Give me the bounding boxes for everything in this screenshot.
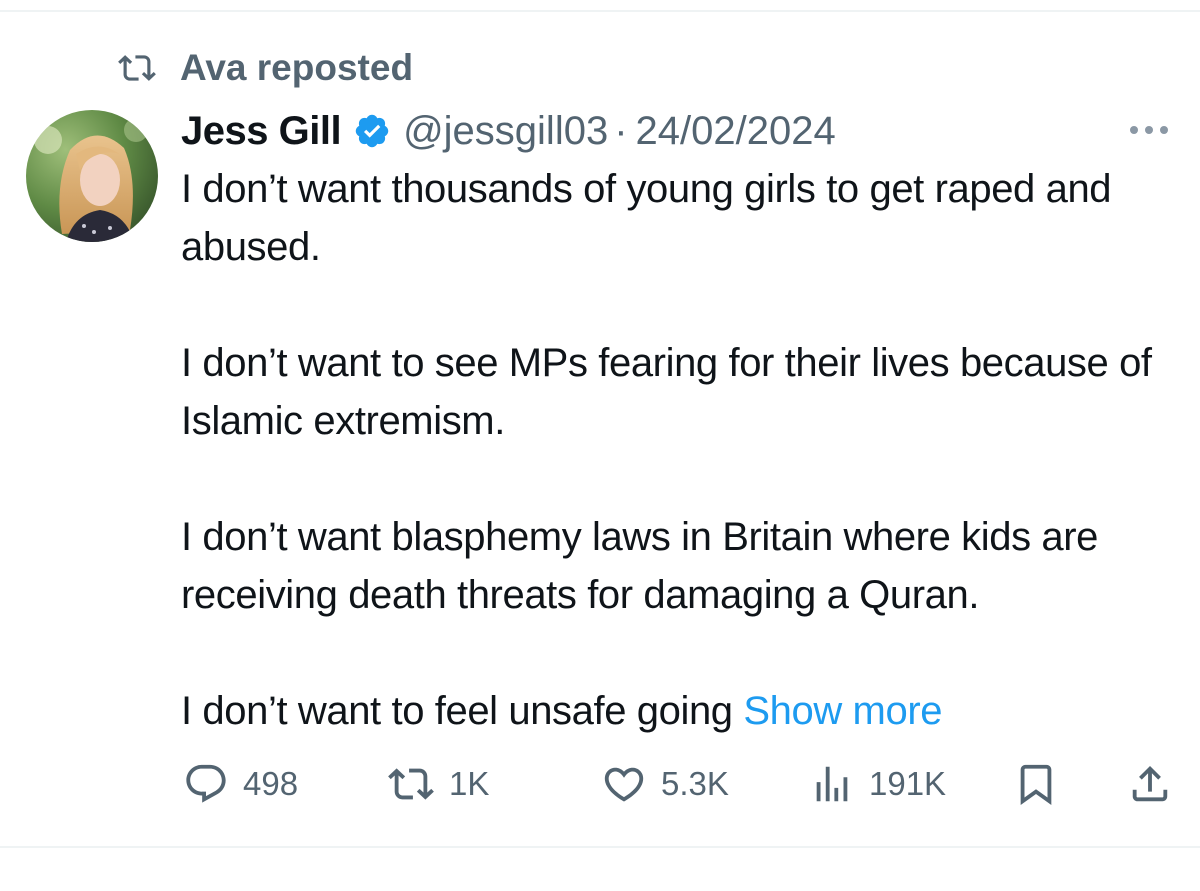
more-options-button[interactable] [1124,110,1174,150]
like-button[interactable]: 5.3K [601,756,729,812]
heart-icon [604,767,644,802]
views-count: 191K [869,765,947,802]
repost-context[interactable]: Ava reposted [114,46,413,90]
divider-bottom [0,846,1200,848]
action-bar: 498 1K 5.3K 191K [183,756,1173,812]
share-button[interactable] [1127,756,1173,812]
repost-count: 1K [449,765,490,802]
post-paragraph: I don’t want thousands of young girls to… [181,167,1112,269]
header-separator: · [614,108,628,153]
share-icon [1132,765,1168,802]
like-count: 5.3K [661,765,729,802]
post-paragraph: I don’t want blasphemy laws in Britain w… [181,515,1099,617]
repost-icon [118,55,156,81]
post-date[interactable]: 24/02/2024 [636,109,836,154]
divider-top [0,10,1200,12]
reply-icon [186,764,226,803]
author-handle[interactable]: @jessgill03 [403,109,608,154]
post-paragraph-text: I don’t want to feel unsafe going [181,689,733,733]
repost-action-icon [388,768,434,800]
reply-count: 498 [243,765,299,802]
author-name[interactable]: Jess Gill [181,109,342,154]
avatar-photo [26,110,158,242]
timeline-frame: Ava reposted Jess Gill @jessgill03 · 24/… [0,0,1200,891]
post-header: Jess Gill @jessgill03 · 24/02/2024 [181,108,836,154]
views-button[interactable]: 191K [809,756,946,812]
show-more-link[interactable]: Show more [743,689,942,733]
repost-button[interactable]: 1K [387,756,489,812]
bookmark-button[interactable] [1013,756,1059,812]
post-paragraph-truncated: I don’t want to feel unsafe going Show m… [181,682,1181,740]
post-text: I don’t want thousands of young girls to… [181,160,1181,740]
reply-button[interactable]: 498 [183,756,298,812]
bookmark-icon [1020,764,1052,805]
views-icon [816,766,848,802]
more-icon [1130,126,1168,134]
avatar[interactable] [26,110,158,242]
verified-badge-icon[interactable] [353,112,391,150]
repost-label: Ava reposted [180,47,414,88]
post-paragraph: I don’t want to see MPs fearing for thei… [181,341,1152,443]
